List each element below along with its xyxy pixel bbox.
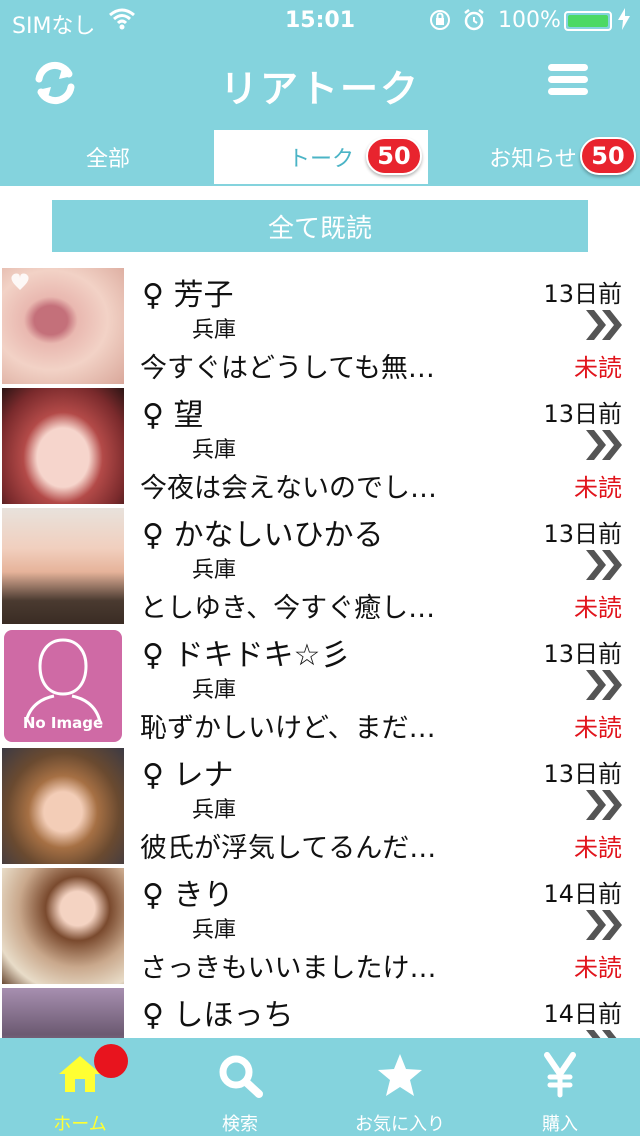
talk-count-badge: 50 bbox=[366, 137, 422, 175]
segmented-tabs: 全部 トーク 50 お知らせ 50 bbox=[0, 128, 640, 186]
battery-percentage: 100% bbox=[498, 8, 561, 33]
message-preview: 今夜は会えないのでし… bbox=[140, 473, 437, 504]
mark-all-read-button[interactable]: 全て既読 bbox=[52, 200, 588, 252]
sender-area: 兵庫 bbox=[192, 558, 237, 583]
navigation-bar: リアトーク bbox=[0, 40, 640, 128]
orientation-lock-icon bbox=[430, 10, 450, 30]
message-date: 14日前 bbox=[543, 1000, 622, 1028]
no-image-avatar: No Image bbox=[4, 630, 122, 742]
message-preview: としゆき、今すぐ癒し… bbox=[140, 593, 436, 624]
unread-status: 未読 bbox=[574, 354, 622, 382]
chevron-right-icon bbox=[586, 550, 622, 580]
sender-area: 兵庫 bbox=[192, 918, 237, 943]
sender-area: 兵庫 bbox=[192, 438, 237, 463]
message-date: 13日前 bbox=[543, 640, 622, 668]
status-bar: SIMなし 15:01 100% bbox=[0, 0, 640, 40]
tab-search-label: 検索 bbox=[222, 1114, 258, 1135]
message-list: ♀ 芳子 兵庫 今すぐはどうしても無… 13日前 未読 ♀ 望 兵庫 今夜は会え… bbox=[0, 266, 640, 1038]
message-preview: 彼氏が浮気してるんだ… bbox=[140, 833, 437, 864]
tab-notice[interactable]: お知らせ 50 bbox=[428, 130, 638, 184]
yen-icon bbox=[544, 1052, 576, 1098]
tab-talk-label: トーク bbox=[287, 147, 354, 172]
sender-area: 兵庫 bbox=[192, 318, 237, 343]
tab-favorites-label: お気に入り bbox=[355, 1114, 445, 1135]
message-date: 14日前 bbox=[543, 880, 622, 908]
chevron-right-icon bbox=[586, 310, 622, 340]
search-icon bbox=[219, 1055, 263, 1098]
bottom-tab-bar: ホーム 検索 お気に入り 購入 bbox=[0, 1038, 640, 1136]
sender-name: ♀ レナ bbox=[142, 758, 234, 793]
hamburger-menu-icon[interactable] bbox=[548, 64, 588, 100]
tab-home-label: ホーム bbox=[53, 1114, 107, 1135]
avatar bbox=[2, 388, 124, 504]
chevron-right-icon bbox=[586, 910, 622, 940]
sender-name: ♀ かなしいひかる bbox=[142, 518, 384, 553]
header: SIMなし 15:01 100% リアトーク bbox=[0, 0, 640, 128]
unread-status: 未読 bbox=[574, 714, 622, 742]
avatar bbox=[2, 268, 124, 384]
sender-name: ♀ 望 bbox=[142, 398, 204, 433]
chevron-right-icon bbox=[586, 670, 622, 700]
message-preview: 今すぐはどうしても無… bbox=[140, 353, 435, 384]
list-item[interactable]: ♀ きり 兵庫 さっきもいいましたけ… 14日前 未読 bbox=[0, 866, 640, 986]
tab-notice-label: お知らせ bbox=[489, 147, 577, 172]
avatar bbox=[2, 868, 124, 984]
list-item[interactable]: ♀ レナ 兵庫 彼氏が浮気してるんだ… 13日前 未読 bbox=[0, 746, 640, 866]
charging-icon bbox=[618, 8, 630, 30]
message-preview: 恥ずかしいけど、まだ… bbox=[140, 713, 436, 744]
sender-name: ♀ きり bbox=[142, 878, 234, 913]
unread-status: 未読 bbox=[574, 474, 622, 502]
tab-talk[interactable]: トーク 50 bbox=[214, 130, 428, 184]
no-image-label: No Image bbox=[22, 714, 104, 732]
list-item[interactable]: No Image ♀ ドキドキ☆彡 兵庫 恥ずかしいけど、まだ… 13日前 未読 bbox=[0, 626, 640, 746]
battery-icon bbox=[564, 11, 612, 31]
unread-status: 未読 bbox=[574, 834, 622, 862]
list-item[interactable]: ♀ しほっち 兵庫 14日前 bbox=[0, 986, 640, 1038]
message-date: 13日前 bbox=[543, 520, 622, 548]
tab-favorites[interactable]: お気に入り bbox=[320, 1038, 480, 1136]
notice-count-badge: 50 bbox=[580, 137, 636, 175]
tab-all[interactable]: 全部 bbox=[2, 130, 214, 184]
chevron-right-icon bbox=[586, 430, 622, 460]
tab-home[interactable]: ホーム bbox=[0, 1038, 160, 1136]
tab-purchase[interactable]: 購入 bbox=[480, 1038, 640, 1136]
star-icon bbox=[378, 1054, 422, 1096]
sender-area: 兵庫 bbox=[192, 798, 237, 823]
list-item[interactable]: ♀ 望 兵庫 今夜は会えないのでし… 13日前 未読 bbox=[0, 386, 640, 506]
message-date: 13日前 bbox=[543, 280, 622, 308]
avatar bbox=[2, 988, 124, 1038]
sender-name: ♀ ドキドキ☆彡 bbox=[142, 638, 351, 673]
message-date: 13日前 bbox=[543, 400, 622, 428]
tab-all-label: 全部 bbox=[85, 147, 130, 172]
unread-status: 未読 bbox=[574, 954, 622, 982]
tab-search[interactable]: 検索 bbox=[160, 1038, 320, 1136]
chevron-right-icon bbox=[586, 1030, 617, 1038]
chevron-right-icon bbox=[586, 790, 622, 820]
sender-name: ♀ しほっち bbox=[142, 998, 294, 1033]
list-item[interactable]: ♀ かなしいひかる 兵庫 としゆき、今すぐ癒し… 13日前 未読 bbox=[0, 506, 640, 626]
sender-area: 兵庫 bbox=[192, 678, 237, 703]
avatar bbox=[2, 748, 124, 864]
list-item[interactable]: ♀ 芳子 兵庫 今すぐはどうしても無… 13日前 未読 bbox=[0, 266, 640, 386]
unread-status: 未読 bbox=[574, 594, 622, 622]
app-title: リアトーク bbox=[219, 67, 420, 111]
tab-purchase-label: 購入 bbox=[542, 1114, 578, 1135]
message-date: 13日前 bbox=[543, 760, 622, 788]
notification-dot bbox=[94, 1044, 128, 1078]
alarm-icon bbox=[464, 9, 484, 31]
message-preview: さっきもいいましたけ… bbox=[140, 953, 437, 984]
avatar bbox=[2, 508, 124, 624]
sender-name: ♀ 芳子 bbox=[142, 278, 234, 313]
